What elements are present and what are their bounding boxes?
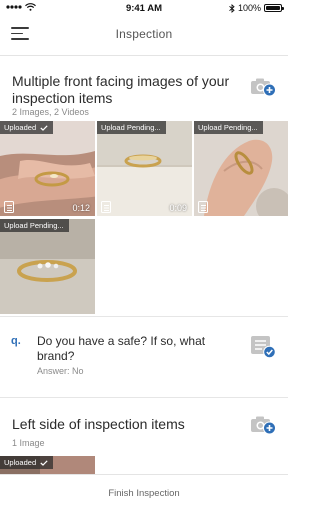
- upload-status-label: Upload Pending...: [4, 221, 64, 230]
- add-photo-camera-icon[interactable]: [250, 76, 276, 98]
- upload-status-badge: Upload Pending...: [97, 121, 166, 134]
- media-tile[interactable]: Upload Pending...: [0, 219, 95, 314]
- media-tile[interactable]: Uploaded 0:12: [0, 121, 95, 216]
- status-right: 100%: [229, 3, 284, 13]
- question-marker: q.: [11, 335, 21, 347]
- ring-photo-thumbnail: [194, 121, 288, 216]
- page-title: Inspection: [115, 27, 173, 41]
- question-answer: Answer: No: [37, 366, 84, 376]
- upload-status-label: Uploaded: [4, 458, 37, 467]
- section-subtitle: 1 Image: [12, 438, 45, 448]
- notes-document-icon[interactable]: [101, 201, 111, 213]
- section-title: Multiple front facing images of your ins…: [12, 73, 230, 106]
- video-duration: 0:09: [169, 203, 187, 213]
- bottom-bar: Finish Inspection: [0, 474, 288, 512]
- checkmark-icon: [40, 124, 48, 131]
- media-tile[interactable]: Upload Pending... 0:09: [97, 121, 192, 216]
- notes-document-icon[interactable]: [198, 201, 208, 213]
- section-subtitle: 2 Images, 2 Videos: [12, 107, 89, 117]
- upload-status-label: Upload Pending...: [198, 123, 258, 132]
- ring-photo-thumbnail: [0, 121, 95, 216]
- question-item[interactable]: q. Do you have a safe? If so, what brand…: [0, 316, 288, 398]
- upload-status-badge: Upload Pending...: [0, 219, 69, 232]
- question-text: Do you have a safe? If so, what brand?: [37, 334, 206, 363]
- notes-document-icon[interactable]: [4, 201, 14, 213]
- battery-percent: 100%: [237, 3, 261, 13]
- add-photo-camera-icon[interactable]: [250, 414, 276, 436]
- checkmark-icon: [40, 459, 48, 466]
- status-bar: 9:41 AM 100%: [0, 0, 288, 16]
- upload-status-badge: Uploaded: [0, 456, 54, 469]
- bluetooth-icon: [229, 3, 235, 13]
- upload-status-badge: Uploaded: [0, 121, 54, 134]
- ring-photo-thumbnail: [0, 219, 95, 314]
- media-tile[interactable]: Upload Pending...: [194, 121, 288, 216]
- ring-photo-thumbnail: [97, 121, 192, 216]
- upload-status-label: Uploaded: [4, 123, 37, 132]
- media-tile[interactable]: Uploaded: [0, 456, 95, 474]
- upload-status-label: Upload Pending...: [101, 123, 161, 132]
- finish-inspection-button[interactable]: Finish Inspection: [0, 488, 288, 499]
- video-duration: 0:12: [72, 203, 90, 213]
- upload-status-badge: Upload Pending...: [194, 121, 263, 134]
- nav-bar: Inspection: [0, 16, 288, 56]
- section-title: Left side of inspection items: [12, 416, 185, 432]
- battery-icon: [264, 4, 284, 12]
- answered-checklist-icon[interactable]: [250, 335, 276, 359]
